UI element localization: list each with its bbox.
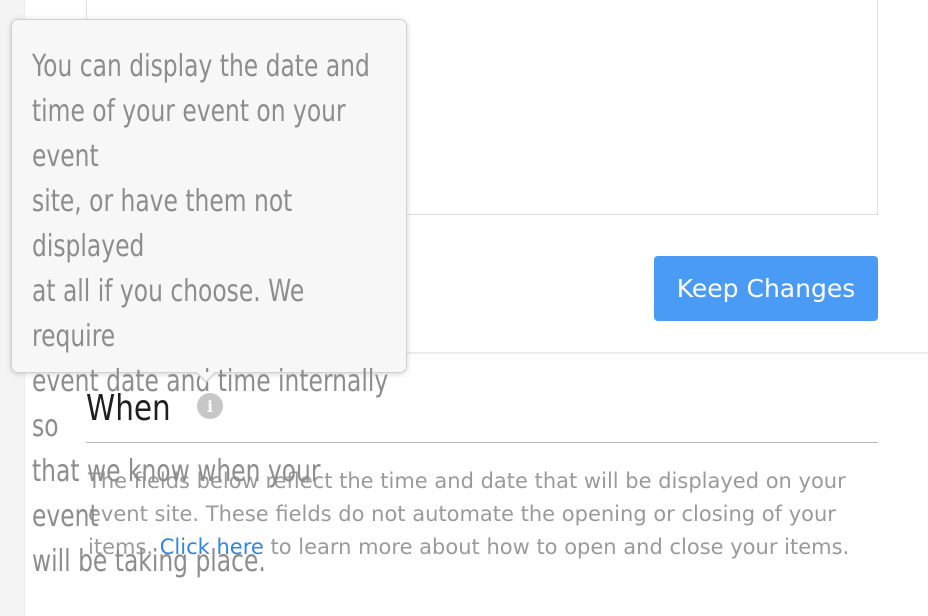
keep-changes-button[interactable]: Keep Changes — [654, 256, 878, 321]
tooltip-arrow-fill — [197, 372, 215, 381]
tooltip-line: site, or have them not displayed — [32, 184, 293, 264]
tooltip-line: time of your event on your event — [32, 94, 346, 174]
tooltip-text: You can display the date and time of you… — [32, 44, 391, 584]
tooltip-line: will be taking place. — [32, 544, 266, 579]
info-tooltip: You can display the date and time of you… — [11, 19, 407, 579]
tooltip-line: You can display the date and — [32, 49, 370, 84]
tooltip-line: at all if you choose. We require — [32, 274, 305, 354]
tooltip-line: that we know when your event — [32, 454, 321, 534]
